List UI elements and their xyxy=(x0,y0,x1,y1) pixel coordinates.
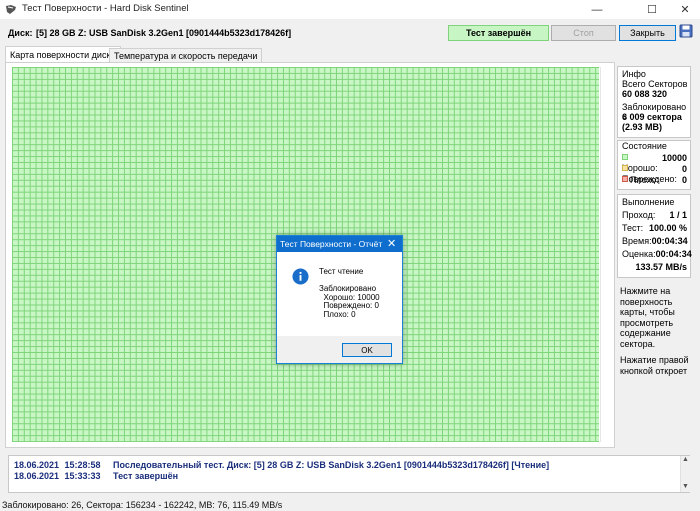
state-title: Состояние xyxy=(622,141,667,151)
pass-label: Проход: xyxy=(622,210,656,220)
progress-title: Выполнение xyxy=(622,197,675,207)
dialog-message: Тест чтение Заблокировано Хорошо: 10000 … xyxy=(319,267,380,319)
log-text: Последовательный тест. Диск: [5] 28 GB Z… xyxy=(113,460,550,470)
time-label: Время: xyxy=(622,236,652,246)
test-row: Тест: 100.00 % xyxy=(622,223,687,233)
good-legend-icon xyxy=(622,154,628,160)
log-line: 18.06.2021 15:33:33 Тест завершён xyxy=(14,471,178,481)
close-icon: ✕ xyxy=(680,4,690,16)
report-dialog: Тест Поверхности - Отчёт ✕ Тест чтение З… xyxy=(276,235,403,364)
info-group: Инфо Всего Секторов 60 088 320 Заблокиро… xyxy=(617,66,691,138)
map-click-hint: Нажмите на поверхность карты, чтобы прос… xyxy=(620,286,675,349)
maximize-icon: ☐ xyxy=(647,4,657,16)
dialog-footer: OK xyxy=(277,336,402,363)
hard-disk-sentinel-icon xyxy=(6,5,16,14)
estimate-value: 00:04:34 xyxy=(655,249,692,259)
log-time: 15:33:33 xyxy=(64,471,101,481)
log-date: 18.06.2021 xyxy=(14,460,60,470)
bad-legend-icon xyxy=(622,176,628,182)
disk-label: Диск: xyxy=(8,28,33,38)
time-row: Время: 00:04:34 xyxy=(622,236,688,246)
log-scrollbar[interactable]: ▲ ▼ xyxy=(680,456,690,492)
scroll-down-icon[interactable]: ▼ xyxy=(682,483,689,490)
scroll-up-icon[interactable]: ▲ xyxy=(682,456,689,463)
pass-row: Проход: 1 / 1 xyxy=(622,210,687,220)
speed-value: 133.57 MB/s xyxy=(635,262,687,272)
estimate-label: Оценка: xyxy=(622,249,656,259)
dialog-close-icon[interactable]: ✕ xyxy=(387,237,396,250)
log-line: 18.06.2021 15:28:58 Последовательный тес… xyxy=(14,460,549,470)
window-title: Тест Поверхности - Hard Disk Sentinel xyxy=(22,3,189,14)
log-date: 18.06.2021 xyxy=(14,471,60,481)
test-value: 100.00 % xyxy=(648,223,687,233)
dialog-title: Тест Поверхности - Отчёт xyxy=(280,239,383,249)
speed-row: 133.57 MB/s xyxy=(622,262,687,272)
bad-label: Плохо: xyxy=(630,175,659,185)
info-icon xyxy=(292,268,309,285)
blocked-size: (2.93 MB) xyxy=(622,122,663,132)
estimate-row: Оценка: 00:04:34 xyxy=(622,249,692,259)
time-value: 00:04:34 xyxy=(651,236,688,246)
maximize-button[interactable]: ☐ xyxy=(637,0,667,19)
status-bar-text: Заблокировано: 26, Сектора: 156234 - 162… xyxy=(2,500,283,510)
tab-temperature-speed[interactable]: Температура и скорость передачи xyxy=(109,48,263,62)
dialog-title-bar: Тест Поверхности - Отчёт ✕ xyxy=(277,236,402,252)
total-sectors-value: 60 088 320 xyxy=(622,89,668,99)
title-bar: Тест Поверхности - Hard Disk Sentinel — … xyxy=(0,0,700,19)
save-icon[interactable] xyxy=(679,24,693,38)
total-sectors-label: Всего Секторов xyxy=(622,79,688,89)
progress-group: Выполнение Проход: 1 / 1 Тест: 100.00 % … xyxy=(617,194,692,278)
damaged-legend-icon xyxy=(622,165,628,171)
pass-value: 1 / 1 xyxy=(669,210,687,220)
map-scrollbar[interactable] xyxy=(600,67,611,442)
state-group: Состояние Хорошо: 10000 Повреждено: 0 Пл… xyxy=(617,140,691,190)
minimize-icon: — xyxy=(591,3,603,16)
bad-value: 0 xyxy=(681,175,687,185)
blocked-sectors: 6 009 сектора xyxy=(622,112,682,122)
info-title: Инфо xyxy=(622,69,646,79)
test-label: Тест: xyxy=(622,223,644,233)
stop-button[interactable]: Стоп xyxy=(551,25,616,41)
disk-selector[interactable]: [5] 28 GB Z: USB SanDisk 3.2Gen1 [090144… xyxy=(36,28,291,38)
log-time: 15:28:58 xyxy=(64,460,101,470)
close-button[interactable]: Закрыть xyxy=(619,25,676,41)
right-click-hint: Нажатие правой кнопкой откроет xyxy=(620,355,689,376)
ok-button[interactable]: OK xyxy=(342,343,392,357)
window-close-button[interactable]: ✕ xyxy=(670,0,700,19)
tab-surface-map[interactable]: Карта поверхности диска xyxy=(5,46,121,63)
event-log: 18.06.2021 15:28:58 Последовательный тес… xyxy=(8,455,690,493)
bad-row: Плохо: 0 xyxy=(622,175,687,185)
log-text: Тест завершён xyxy=(113,471,179,481)
test-status-badge: Тест завершён xyxy=(448,25,549,41)
minimize-button[interactable]: — xyxy=(582,0,612,19)
